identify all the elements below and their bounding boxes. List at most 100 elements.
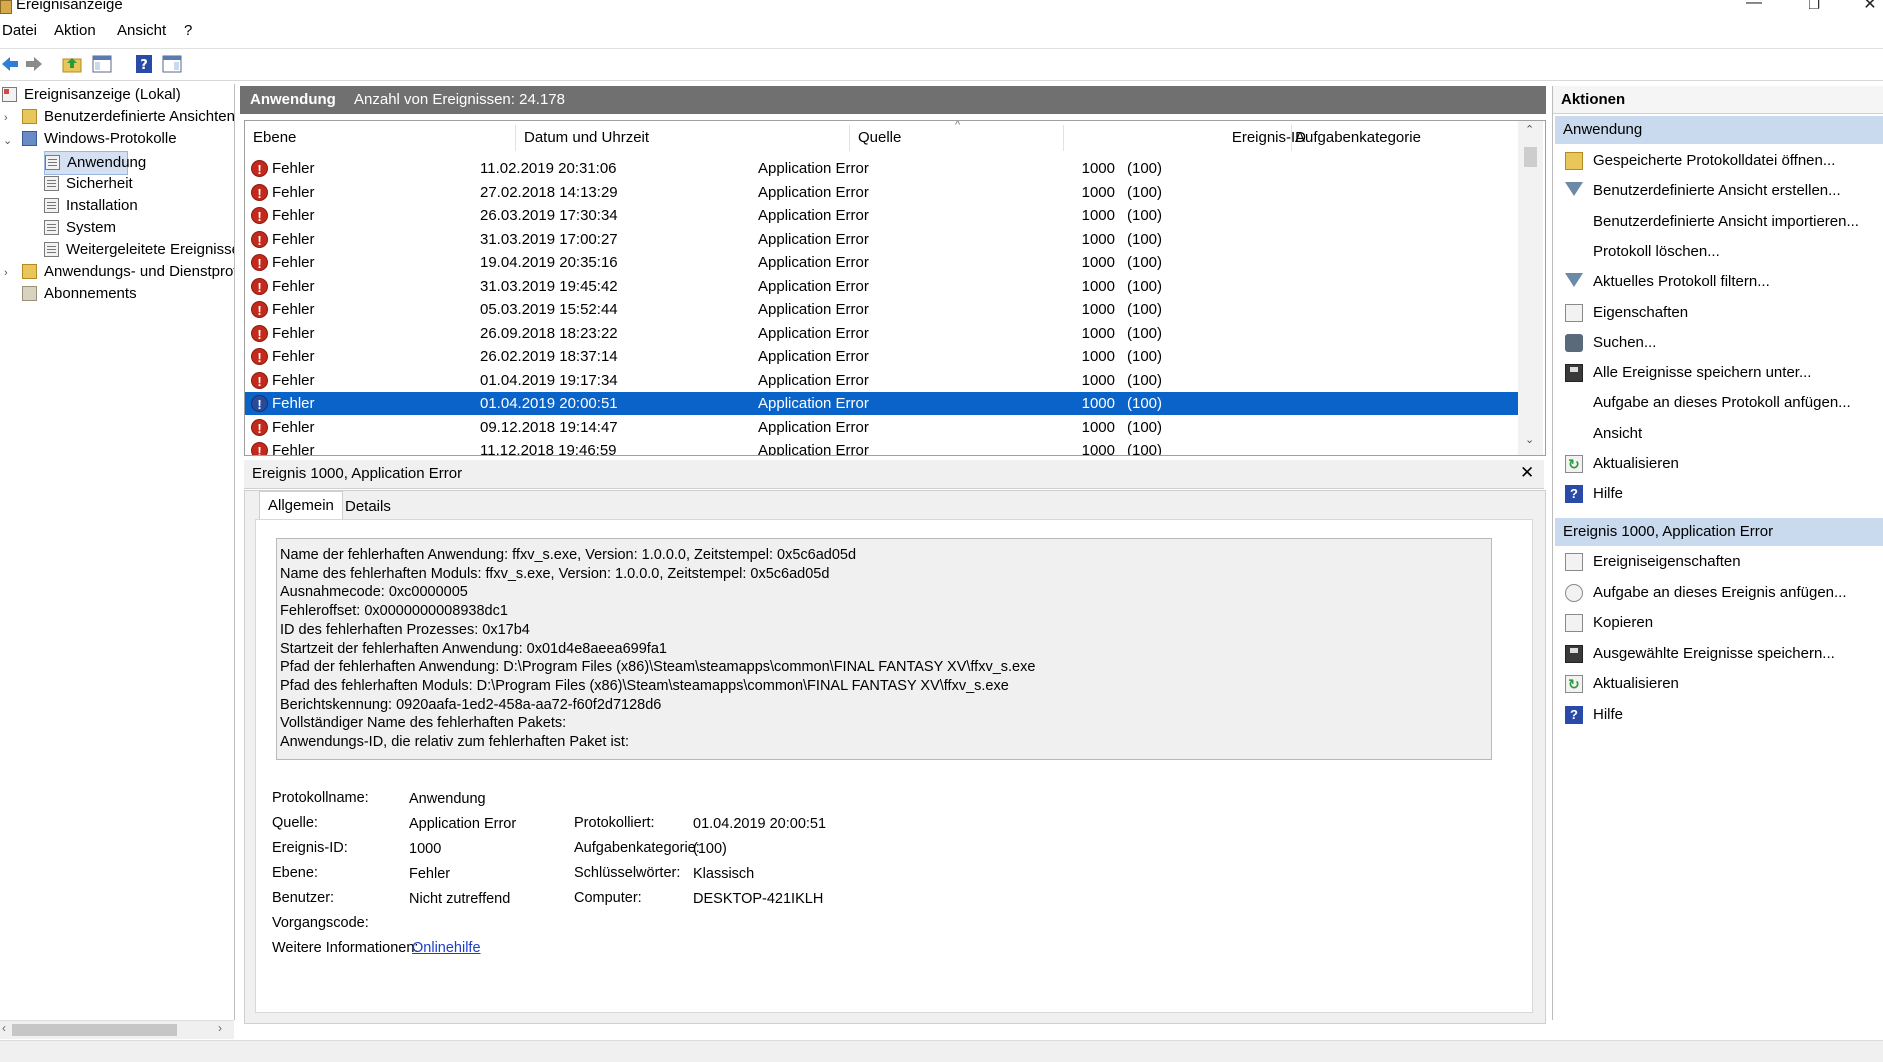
menu-ansicht[interactable]: Ansicht (117, 22, 166, 39)
cell-level: Fehler (272, 348, 315, 365)
collapse-chevron-icon[interactable]: ⌄ (3, 134, 12, 147)
column-header-event-id[interactable]: Ereignis-ID (1073, 129, 1306, 146)
cell-event-id: 1000 (1081, 371, 1115, 389)
table-row[interactable]: ! Fehler 09.12.2018 19:14:47 Application Er… (245, 416, 1518, 439)
cell-task-category: (100) (1127, 442, 1163, 456)
minimize-button[interactable]: — (1734, 0, 1774, 12)
expand-chevron-icon[interactable]: › (4, 112, 8, 124)
action-item[interactable]: Kopieren (1553, 610, 1883, 636)
column-header-date[interactable]: Datum und Uhrzeit (524, 129, 649, 146)
tab-allgemein[interactable]: Allgemein (259, 491, 343, 520)
event-viewer-app-icon (0, 0, 12, 14)
table-row[interactable]: ! Fehler 31.03.2019 19:45:42 Application Er… (245, 275, 1518, 298)
action-item[interactable]: ? Hilfe (1553, 481, 1883, 507)
description-line: ID des fehlerhaften Prozesses: 0x17b4 (280, 621, 530, 638)
scroll-left-icon[interactable]: ‹ (2, 1021, 6, 1035)
action-item[interactable]: Ansicht (1553, 421, 1883, 447)
scrollbar-thumb[interactable] (12, 1024, 177, 1036)
show-hide-action-pane-icon[interactable] (162, 54, 182, 74)
back-arrow-icon[interactable] (0, 54, 20, 74)
online-help-link[interactable]: Onlinehilfe (412, 940, 481, 956)
column-separator[interactable] (1063, 125, 1064, 151)
action-item[interactable]: Ereigniseigenschaften (1553, 549, 1883, 575)
table-row[interactable]: ! Fehler 01.04.2019 20:00:51 Application Er… (245, 392, 1518, 415)
up-folder-icon[interactable] (62, 54, 82, 74)
binoculars-icon (1565, 333, 1583, 352)
column-separator[interactable] (849, 125, 850, 151)
actions-section-anwendung[interactable]: Anwendung (1555, 116, 1883, 144)
action-item[interactable]: Suchen... (1553, 330, 1883, 356)
cell-date: 01.04.2019 19:17:34 (480, 371, 618, 389)
menu-aktion[interactable]: Aktion (54, 22, 96, 39)
column-header-task-category[interactable]: Aufgabenkategorie (1295, 129, 1421, 146)
column-separator[interactable] (515, 125, 516, 151)
table-row[interactable]: ! Fehler 19.04.2019 20:35:16 Application Er… (245, 251, 1518, 274)
table-row[interactable]: ! Fehler 11.02.2019 20:31:06 Application Er… (245, 157, 1518, 180)
restore-button[interactable]: ❐ (1794, 0, 1834, 13)
action-item[interactable]: Benutzerdefinierte Ansicht erstellen... (1553, 178, 1883, 204)
table-row[interactable]: ! Fehler 31.03.2019 17:00:27 Application Er… (245, 228, 1518, 251)
cell-task-category: (100) (1127, 324, 1163, 342)
scroll-up-icon[interactable]: ⌃ (1525, 123, 1534, 136)
menu-datei[interactable]: Datei (2, 22, 37, 39)
error-icon: ! (251, 254, 268, 271)
tree-item-weitergeleitete[interactable]: Weitergeleitete Ereignisse (44, 239, 234, 261)
action-item[interactable]: Aufgabe an dieses Ereignis anfügen... (1553, 580, 1883, 606)
column-header-source[interactable]: Quelle (858, 129, 901, 146)
action-item[interactable]: Ausgewählte Ereignisse speichern... (1553, 641, 1883, 667)
actions-section-event[interactable]: Ereignis 1000, Application Error (1555, 518, 1883, 546)
tree-item-anwendung[interactable]: Anwendung (44, 151, 146, 175)
action-item[interactable]: Aufgabe an dieses Protokoll anfügen... (1553, 390, 1883, 416)
close-detail-icon[interactable]: ✕ (1520, 463, 1534, 483)
table-row[interactable]: ! Fehler 27.02.2018 14:13:29 Application Er… (245, 181, 1518, 204)
tree-item-app-service-logs[interactable]: Anwendungs- und Dienstprotokolle (22, 261, 234, 283)
show-hide-tree-icon[interactable] (92, 54, 112, 74)
event-description[interactable]: Name der fehlerhaften Anwendung: ffxv_s.… (276, 538, 1492, 760)
filter-icon (1565, 182, 1583, 197)
cell-date: 19.04.2019 20:35:16 (480, 254, 618, 271)
column-header-level[interactable]: Ebene (253, 129, 296, 146)
title-bar: Ereignisanzeige — ❐ ✕ (0, 0, 1883, 14)
window-title: Ereignisanzeige (16, 0, 123, 13)
table-row[interactable]: ! Fehler 26.02.2019 18:37:14 Application Er… (245, 345, 1518, 368)
cell-level: Fehler (272, 277, 315, 295)
description-line: Pfad der fehlerhaften Anwendung: D:\Prog… (280, 659, 1036, 676)
open-folder-icon (1565, 152, 1583, 170)
label-computer: Computer: (574, 890, 642, 906)
detail-pane: Allgemein Details Name der fehlerhaften … (244, 490, 1546, 1024)
close-window-button[interactable]: ✕ (1850, 0, 1883, 14)
action-item[interactable]: Aktuelles Protokoll filtern... (1553, 269, 1883, 295)
action-item[interactable]: Gespeicherte Protokolldatei öffnen... (1553, 148, 1883, 174)
table-row[interactable]: ! Fehler 26.03.2019 17:30:34 Application Er… (245, 204, 1518, 227)
action-item[interactable]: Benutzerdefinierte Ansicht importieren..… (1553, 209, 1883, 235)
action-item[interactable]: Aktualisieren (1553, 671, 1883, 697)
table-row[interactable]: ! Fehler 01.04.2019 19:17:34 Application Er… (245, 369, 1518, 392)
menu-help[interactable]: ? (184, 22, 192, 39)
cell-event-id: 1000 (1081, 442, 1115, 456)
action-item[interactable]: ? Hilfe (1553, 702, 1883, 728)
list-vertical-scrollbar[interactable]: ⌃ ⌄ (1518, 121, 1543, 455)
table-row[interactable]: ! Fehler 26.09.2018 18:23:22 Application Er… (245, 322, 1518, 345)
tab-details[interactable]: Details (337, 493, 399, 521)
help-icon[interactable]: ? (134, 54, 154, 74)
forward-arrow-icon[interactable] (24, 54, 44, 74)
scroll-right-icon[interactable]: › (218, 1021, 222, 1035)
value-computer: DESKTOP-421IKLH (693, 891, 824, 907)
cell-level: Fehler (272, 418, 315, 436)
action-item[interactable]: Alle Ereignisse speichern unter... (1553, 360, 1883, 386)
action-item[interactable]: Eigenschaften (1553, 300, 1883, 326)
table-row[interactable]: ! Fehler 11.12.2018 19:46:59 Application Er… (245, 439, 1518, 456)
expand-chevron-icon[interactable]: › (4, 267, 8, 279)
cell-task-category: (100) (1127, 207, 1163, 224)
scrollbar-thumb[interactable] (1524, 147, 1537, 167)
value-quelle: Application Error (409, 816, 517, 832)
tree-horizontal-scrollbar[interactable]: ‹ › (0, 1020, 234, 1039)
cell-level: Fehler (272, 395, 315, 412)
action-item[interactable]: Protokoll löschen... (1553, 239, 1883, 265)
column-separator[interactable] (1291, 125, 1292, 151)
action-item[interactable]: Aktualisieren (1553, 451, 1883, 477)
cell-task-category: (100) (1127, 348, 1163, 365)
label-quelle: Quelle: (272, 815, 318, 831)
table-row[interactable]: ! Fehler 05.03.2019 15:52:44 Application Er… (245, 298, 1518, 321)
scroll-down-icon[interactable]: ⌄ (1525, 433, 1534, 446)
